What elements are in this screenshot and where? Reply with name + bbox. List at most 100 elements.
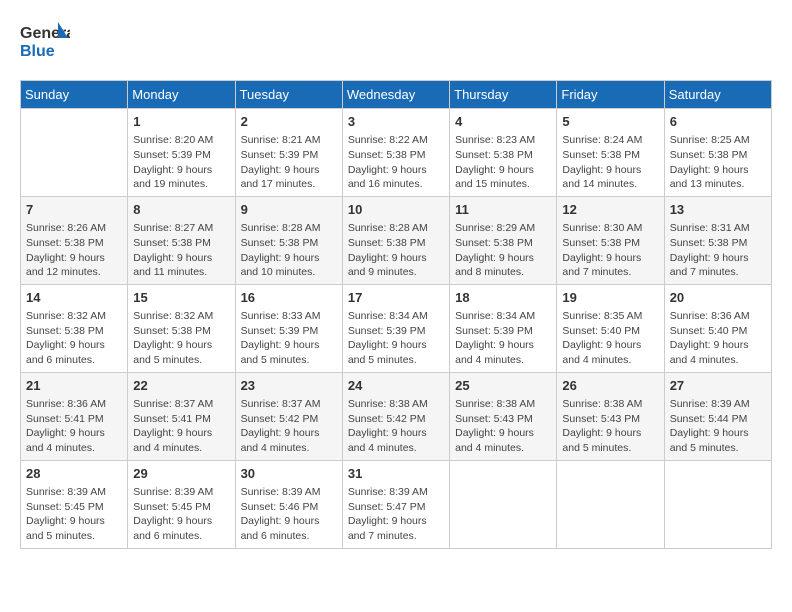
day-info: Sunrise: 8:30 AM Sunset: 5:38 PM Dayligh… — [562, 221, 658, 280]
calendar-cell: 28 Sunrise: 8:39 AM Sunset: 5:45 PM Dayli… — [21, 460, 128, 548]
day-info: Sunrise: 8:32 AM Sunset: 5:38 PM Dayligh… — [133, 309, 229, 368]
day-header-tuesday: Tuesday — [235, 81, 342, 109]
day-info: Sunrise: 8:34 AM Sunset: 5:39 PM Dayligh… — [455, 309, 551, 368]
calendar-cell: 10 Sunrise: 8:28 AM Sunset: 5:38 PM Dayli… — [342, 196, 449, 284]
logo-svg: GeneralBlue — [20, 20, 70, 64]
day-number: 6 — [670, 113, 766, 131]
calendar-cell: 13 Sunrise: 8:31 AM Sunset: 5:38 PM Dayli… — [664, 196, 771, 284]
day-number: 18 — [455, 289, 551, 307]
calendar-cell: 16 Sunrise: 8:33 AM Sunset: 5:39 PM Dayli… — [235, 284, 342, 372]
calendar-cell: 6 Sunrise: 8:25 AM Sunset: 5:38 PM Daylig… — [664, 109, 771, 197]
calendar-week-row: 21 Sunrise: 8:36 AM Sunset: 5:41 PM Dayli… — [21, 372, 772, 460]
day-info: Sunrise: 8:28 AM Sunset: 5:38 PM Dayligh… — [348, 221, 444, 280]
day-number: 11 — [455, 201, 551, 219]
day-number: 7 — [26, 201, 122, 219]
day-info: Sunrise: 8:38 AM Sunset: 5:42 PM Dayligh… — [348, 397, 444, 456]
day-number: 19 — [562, 289, 658, 307]
day-info: Sunrise: 8:31 AM Sunset: 5:38 PM Dayligh… — [670, 221, 766, 280]
day-number: 29 — [133, 465, 229, 483]
day-number: 10 — [348, 201, 444, 219]
calendar-cell: 2 Sunrise: 8:21 AM Sunset: 5:39 PM Daylig… — [235, 109, 342, 197]
day-info: Sunrise: 8:26 AM Sunset: 5:38 PM Dayligh… — [26, 221, 122, 280]
day-number: 17 — [348, 289, 444, 307]
calendar-cell: 11 Sunrise: 8:29 AM Sunset: 5:38 PM Dayli… — [450, 196, 557, 284]
calendar-cell: 14Sunrise: 8:32 AM Sunset: 5:38 PM Dayli… — [21, 284, 128, 372]
day-header-thursday: Thursday — [450, 81, 557, 109]
day-header-friday: Friday — [557, 81, 664, 109]
day-number: 26 — [562, 377, 658, 395]
day-info: Sunrise: 8:36 AM Sunset: 5:41 PM Dayligh… — [26, 397, 122, 456]
day-number: 3 — [348, 113, 444, 131]
calendar-cell: 4Sunrise: 8:23 AM Sunset: 5:38 PM Daylig… — [450, 109, 557, 197]
day-info: Sunrise: 8:29 AM Sunset: 5:38 PM Dayligh… — [455, 221, 551, 280]
day-number: 25 — [455, 377, 551, 395]
calendar-cell — [21, 109, 128, 197]
day-number: 1 — [133, 113, 229, 131]
calendar-week-row: 7 Sunrise: 8:26 AM Sunset: 5:38 PM Daylig… — [21, 196, 772, 284]
calendar-cell: 18 Sunrise: 8:34 AM Sunset: 5:39 PM Dayli… — [450, 284, 557, 372]
calendar-cell: 24 Sunrise: 8:38 AM Sunset: 5:42 PM Dayli… — [342, 372, 449, 460]
day-number: 2 — [241, 113, 337, 131]
day-info: Sunrise: 8:28 AM Sunset: 5:38 PM Dayligh… — [241, 221, 337, 280]
day-number: 15 — [133, 289, 229, 307]
calendar-cell: 29 Sunrise: 8:39 AM Sunset: 5:45 PM Dayli… — [128, 460, 235, 548]
day-number: 4 — [455, 113, 551, 131]
day-number: 16 — [241, 289, 337, 307]
calendar-week-row: 28 Sunrise: 8:39 AM Sunset: 5:45 PM Dayli… — [21, 460, 772, 548]
day-number: 22 — [133, 377, 229, 395]
calendar-cell — [557, 460, 664, 548]
calendar-week-row: 1Sunrise: 8:20 AM Sunset: 5:39 PM Daylig… — [21, 109, 772, 197]
calendar-body: 1Sunrise: 8:20 AM Sunset: 5:39 PM Daylig… — [21, 109, 772, 549]
day-info: Sunrise: 8:36 AM Sunset: 5:40 PM Dayligh… — [670, 309, 766, 368]
svg-text:Blue: Blue — [20, 43, 55, 60]
calendar-cell — [450, 460, 557, 548]
calendar-cell: 31Sunrise: 8:39 AM Sunset: 5:47 PM Dayli… — [342, 460, 449, 548]
day-info: Sunrise: 8:39 AM Sunset: 5:44 PM Dayligh… — [670, 397, 766, 456]
day-number: 24 — [348, 377, 444, 395]
day-number: 23 — [241, 377, 337, 395]
calendar-cell: 26 Sunrise: 8:38 AM Sunset: 5:43 PM Dayli… — [557, 372, 664, 460]
calendar-table: SundayMondayTuesdayWednesdayThursdayFrid… — [20, 80, 772, 549]
calendar-header-row: SundayMondayTuesdayWednesdayThursdayFrid… — [21, 81, 772, 109]
calendar-cell: 19 Sunrise: 8:35 AM Sunset: 5:40 PM Dayli… — [557, 284, 664, 372]
page-header: GeneralBlue — [20, 20, 772, 64]
day-info: Sunrise: 8:25 AM Sunset: 5:38 PM Dayligh… — [670, 133, 766, 192]
day-info: Sunrise: 8:37 AM Sunset: 5:41 PM Dayligh… — [133, 397, 229, 456]
day-info: Sunrise: 8:21 AM Sunset: 5:39 PM Dayligh… — [241, 133, 337, 192]
calendar-cell: 30 Sunrise: 8:39 AM Sunset: 5:46 PM Dayli… — [235, 460, 342, 548]
day-number: 13 — [670, 201, 766, 219]
day-info: Sunrise: 8:39 AM Sunset: 5:45 PM Dayligh… — [26, 485, 122, 544]
calendar-cell: 7 Sunrise: 8:26 AM Sunset: 5:38 PM Daylig… — [21, 196, 128, 284]
day-info: Sunrise: 8:39 AM Sunset: 5:46 PM Dayligh… — [241, 485, 337, 544]
calendar-cell: 27Sunrise: 8:39 AM Sunset: 5:44 PM Dayli… — [664, 372, 771, 460]
day-info: Sunrise: 8:34 AM Sunset: 5:39 PM Dayligh… — [348, 309, 444, 368]
calendar-cell: 8Sunrise: 8:27 AM Sunset: 5:38 PM Daylig… — [128, 196, 235, 284]
day-number: 5 — [562, 113, 658, 131]
day-number: 28 — [26, 465, 122, 483]
day-number: 9 — [241, 201, 337, 219]
day-number: 12 — [562, 201, 658, 219]
logo: GeneralBlue — [20, 20, 70, 64]
calendar-cell: 25Sunrise: 8:38 AM Sunset: 5:43 PM Dayli… — [450, 372, 557, 460]
day-info: Sunrise: 8:33 AM Sunset: 5:39 PM Dayligh… — [241, 309, 337, 368]
calendar-cell: 12 Sunrise: 8:30 AM Sunset: 5:38 PM Dayli… — [557, 196, 664, 284]
day-header-wednesday: Wednesday — [342, 81, 449, 109]
day-number: 30 — [241, 465, 337, 483]
calendar-cell: 22 Sunrise: 8:37 AM Sunset: 5:41 PM Dayli… — [128, 372, 235, 460]
day-header-saturday: Saturday — [664, 81, 771, 109]
calendar-cell: 21 Sunrise: 8:36 AM Sunset: 5:41 PM Dayli… — [21, 372, 128, 460]
day-info: Sunrise: 8:38 AM Sunset: 5:43 PM Dayligh… — [562, 397, 658, 456]
calendar-cell: 5 Sunrise: 8:24 AM Sunset: 5:38 PM Daylig… — [557, 109, 664, 197]
calendar-cell: 1Sunrise: 8:20 AM Sunset: 5:39 PM Daylig… — [128, 109, 235, 197]
calendar-cell: 23 Sunrise: 8:37 AM Sunset: 5:42 PM Dayli… — [235, 372, 342, 460]
day-info: Sunrise: 8:27 AM Sunset: 5:38 PM Dayligh… — [133, 221, 229, 280]
day-info: Sunrise: 8:22 AM Sunset: 5:38 PM Dayligh… — [348, 133, 444, 192]
day-info: Sunrise: 8:39 AM Sunset: 5:45 PM Dayligh… — [133, 485, 229, 544]
day-info: Sunrise: 8:35 AM Sunset: 5:40 PM Dayligh… — [562, 309, 658, 368]
day-number: 31 — [348, 465, 444, 483]
day-number: 21 — [26, 377, 122, 395]
day-info: Sunrise: 8:32 AM Sunset: 5:38 PM Dayligh… — [26, 309, 122, 368]
day-info: Sunrise: 8:37 AM Sunset: 5:42 PM Dayligh… — [241, 397, 337, 456]
day-info: Sunrise: 8:24 AM Sunset: 5:38 PM Dayligh… — [562, 133, 658, 192]
calendar-cell: 17 Sunrise: 8:34 AM Sunset: 5:39 PM Dayli… — [342, 284, 449, 372]
